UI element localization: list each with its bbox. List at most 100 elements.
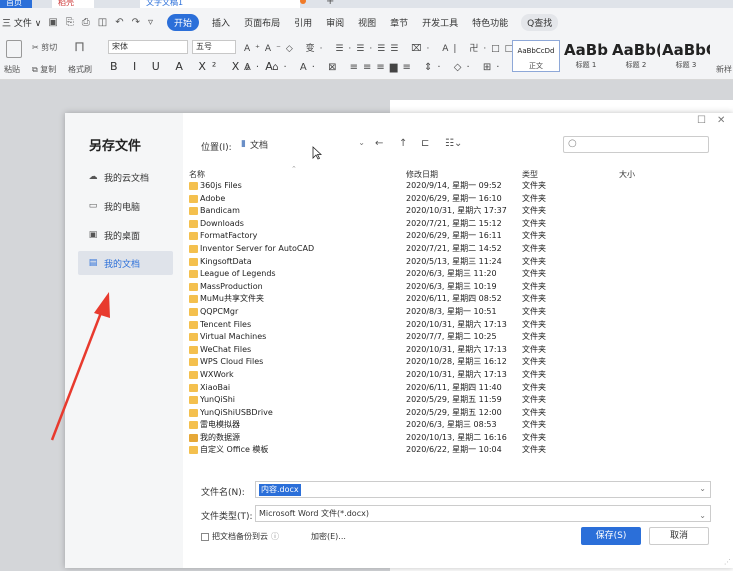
column-size[interactable]: 大小 bbox=[619, 169, 635, 180]
copy-button[interactable]: ⧉ 复制 bbox=[32, 64, 56, 75]
file-type: 文件夹 bbox=[522, 357, 546, 367]
search-input[interactable]: ○ bbox=[563, 136, 709, 153]
file-row[interactable]: YunQiShiUSBDrive 2020/5/29, 星期五 12:00 文件夹 bbox=[187, 407, 587, 420]
sidebar-item-my-documents[interactable]: ▤ 我的文档 bbox=[78, 251, 173, 275]
checkbox-box[interactable] bbox=[201, 532, 209, 541]
style-normal[interactable]: AaBbCcDd 正文 bbox=[512, 40, 560, 72]
font-size-select[interactable]: 五号 bbox=[192, 40, 236, 54]
file-row[interactable]: 我的数据源 2020/10/13, 星期二 16:16 文件夹 bbox=[187, 432, 587, 445]
cancel-button[interactable]: 取消 bbox=[649, 527, 709, 545]
filetype-select[interactable]: Microsoft Word 文件(*.docx) ⌄ bbox=[255, 505, 711, 522]
paste-label[interactable]: 粘贴 bbox=[4, 64, 20, 75]
print-icon[interactable]: ⎙ bbox=[82, 17, 90, 28]
file-row[interactable]: 自定义 Office 模板 2020/6/22, 星期一 10:04 文件夹 bbox=[187, 444, 587, 457]
file-row[interactable]: WeChat Files 2020/10/31, 星期六 17:13 文件夹 bbox=[187, 344, 587, 357]
file-row[interactable]: MassProduction 2020/6/3, 星期三 10:19 文件夹 bbox=[187, 281, 587, 294]
file-row[interactable]: League of Legends 2020/6/3, 星期三 11:20 文件夹 bbox=[187, 268, 587, 281]
menu-view[interactable]: 视图 bbox=[351, 16, 383, 29]
file-row[interactable]: KingsoftData 2020/5/13, 星期三 11:24 文件夹 bbox=[187, 256, 587, 269]
menu-insert[interactable]: 插入 bbox=[205, 16, 237, 29]
file-row[interactable]: XiaoBai 2020/6/11, 星期四 11:40 文件夹 bbox=[187, 382, 587, 395]
file-name: Tencent Files bbox=[200, 319, 252, 329]
menu-references[interactable]: 引用 bbox=[287, 16, 319, 29]
more-icon[interactable]: ▿ bbox=[148, 17, 153, 28]
menu-page-layout[interactable]: 页面布局 bbox=[237, 16, 287, 29]
file-row[interactable]: MuMu共享文件夹 2020/6/11, 星期四 08:52 文件夹 bbox=[187, 293, 587, 306]
format-painter-icon[interactable]: ⊓ bbox=[74, 39, 85, 55]
column-type[interactable]: 类型 bbox=[522, 169, 538, 180]
column-modified[interactable]: 修改日期 bbox=[406, 169, 438, 180]
file-name: Downloads bbox=[200, 218, 244, 228]
preview-icon[interactable]: ◫ bbox=[98, 17, 107, 28]
column-name[interactable]: 名称 bbox=[189, 169, 205, 180]
menu-search[interactable]: Q查找 bbox=[521, 13, 559, 31]
file-type: 文件夹 bbox=[522, 269, 546, 279]
chevron-down-icon[interactable]: ⌄ bbox=[699, 484, 706, 493]
paragraph-tools-row[interactable]: A· ⌂· A· ⊠ ≡≡≡▆≡ ⇕· ◇· ⊞· bbox=[244, 62, 504, 73]
tab-daoke[interactable]: 稻壳 bbox=[52, 0, 94, 8]
file-row[interactable]: FormatFactory 2020/6/29, 星期一 16:11 文件夹 bbox=[187, 230, 587, 243]
style-heading-3[interactable]: AaBbC 标题 3 bbox=[662, 40, 710, 72]
file-row[interactable]: Adobe 2020/6/29, 星期一 16:10 文件夹 bbox=[187, 193, 587, 206]
file-name: WPS Cloud Files bbox=[200, 357, 264, 367]
paste-icon[interactable] bbox=[6, 40, 22, 58]
folder-icon bbox=[189, 232, 198, 241]
encrypt-button[interactable]: 加密(E)... bbox=[311, 531, 346, 542]
file-row[interactable]: WPS Cloud Files 2020/10/28, 星期三 16:12 文件夹 bbox=[187, 356, 587, 369]
info-icon[interactable]: ⓘ bbox=[271, 531, 279, 542]
new-folder-icon[interactable]: ⊏ bbox=[421, 138, 429, 149]
resize-grip-icon[interactable]: ⋰ bbox=[724, 558, 731, 566]
folder-icon bbox=[189, 295, 198, 304]
file-name: League of Legends bbox=[200, 269, 276, 279]
close-icon[interactable]: ✕ bbox=[717, 115, 725, 126]
style-heading-2[interactable]: AaBb( 标题 2 bbox=[612, 40, 660, 72]
file-row[interactable]: Bandicam 2020/10/31, 星期六 17:37 文件夹 bbox=[187, 205, 587, 218]
file-type: 文件夹 bbox=[522, 218, 546, 228]
redo-icon[interactable]: ↷ bbox=[132, 17, 140, 28]
font-tools-row[interactable]: A⁺A⁻◇ 变· ☰·☰·☰☰ ⌧· A| 卍·□□ bbox=[244, 41, 518, 54]
undo-icon[interactable]: ↶ bbox=[115, 17, 123, 28]
new-style-button[interactable]: 新样 bbox=[716, 64, 732, 75]
file-row[interactable]: Tencent Files 2020/10/31, 星期六 17:13 文件夹 bbox=[187, 319, 587, 332]
file-row[interactable]: WXWork 2020/10/31, 星期六 17:13 文件夹 bbox=[187, 369, 587, 382]
file-modified: 2020/10/31, 星期六 17:13 bbox=[406, 344, 507, 354]
menu-start[interactable]: 开始 bbox=[167, 13, 200, 31]
filename-input[interactable]: 内容.docx ⌄ bbox=[255, 481, 711, 498]
sidebar-item-my-computer[interactable]: ▭ 我的电脑 bbox=[78, 194, 173, 218]
file-row[interactable]: Downloads 2020/7/21, 星期二 15:12 文件夹 bbox=[187, 218, 587, 231]
sidebar-item-cloud-docs[interactable]: ☁ 我的云文档 bbox=[78, 165, 173, 189]
file-row[interactable]: Inventor Server for AutoCAD 2020/7/21, 星期… bbox=[187, 243, 587, 256]
file-row[interactable]: 360js Files 2020/9/14, 星期一 09:52 文件夹 bbox=[187, 180, 587, 193]
menu-features[interactable]: 特色功能 bbox=[465, 16, 515, 29]
save-button[interactable]: 保存(S) bbox=[581, 527, 641, 545]
font-name-select[interactable]: 宋体 bbox=[108, 40, 188, 54]
save-icon[interactable]: ▣ bbox=[48, 17, 57, 28]
tab-document[interactable]: 文字文稿1 bbox=[140, 0, 300, 8]
file-type: 文件夹 bbox=[522, 369, 546, 379]
file-row[interactable]: YunQiShi 2020/5/29, 星期五 11:59 文件夹 bbox=[187, 394, 587, 407]
style-heading-1[interactable]: AaBb 标题 1 bbox=[562, 40, 610, 72]
backup-checkbox[interactable]: 把文档备份到云 ⓘ bbox=[201, 531, 279, 542]
location-select[interactable]: ▮ 文档 ⌄ bbox=[241, 137, 367, 151]
export-icon[interactable]: ⎘ bbox=[66, 17, 74, 28]
menu-review[interactable]: 审阅 bbox=[319, 16, 351, 29]
file-row[interactable]: Virtual Machines 2020/7/7, 星期二 10:25 文件夹 bbox=[187, 331, 587, 344]
back-icon[interactable]: ← bbox=[375, 138, 383, 149]
menu-developer[interactable]: 开发工具 bbox=[415, 16, 465, 29]
cut-button[interactable]: ✂ 剪切 bbox=[32, 42, 57, 53]
format-painter-label[interactable]: 格式刷 bbox=[68, 64, 92, 75]
sidebar-item-desktop[interactable]: ▣ 我的桌面 bbox=[78, 223, 173, 247]
file-row[interactable]: QQPCMgr 2020/8/3, 星期一 10:51 文件夹 bbox=[187, 306, 587, 319]
tab-home[interactable]: 首页 bbox=[0, 0, 32, 8]
file-row[interactable]: 雷电模拟器 2020/6/3, 星期三 08:53 文件夹 bbox=[187, 419, 587, 432]
up-icon[interactable]: ↑ bbox=[399, 138, 407, 149]
view-mode-icon[interactable]: ☷⌄ bbox=[445, 138, 462, 149]
sort-caret-icon: ⌃ bbox=[291, 165, 297, 173]
menu-section[interactable]: 章节 bbox=[383, 16, 415, 29]
file-name: KingsoftData bbox=[200, 256, 252, 266]
new-tab-icon[interactable]: + bbox=[326, 0, 334, 7]
menu-file[interactable]: 三 文件 ∨ bbox=[0, 16, 48, 29]
folder-icon bbox=[189, 320, 198, 329]
maximize-icon[interactable]: ☐ bbox=[697, 115, 706, 126]
folder-icon bbox=[189, 396, 198, 405]
